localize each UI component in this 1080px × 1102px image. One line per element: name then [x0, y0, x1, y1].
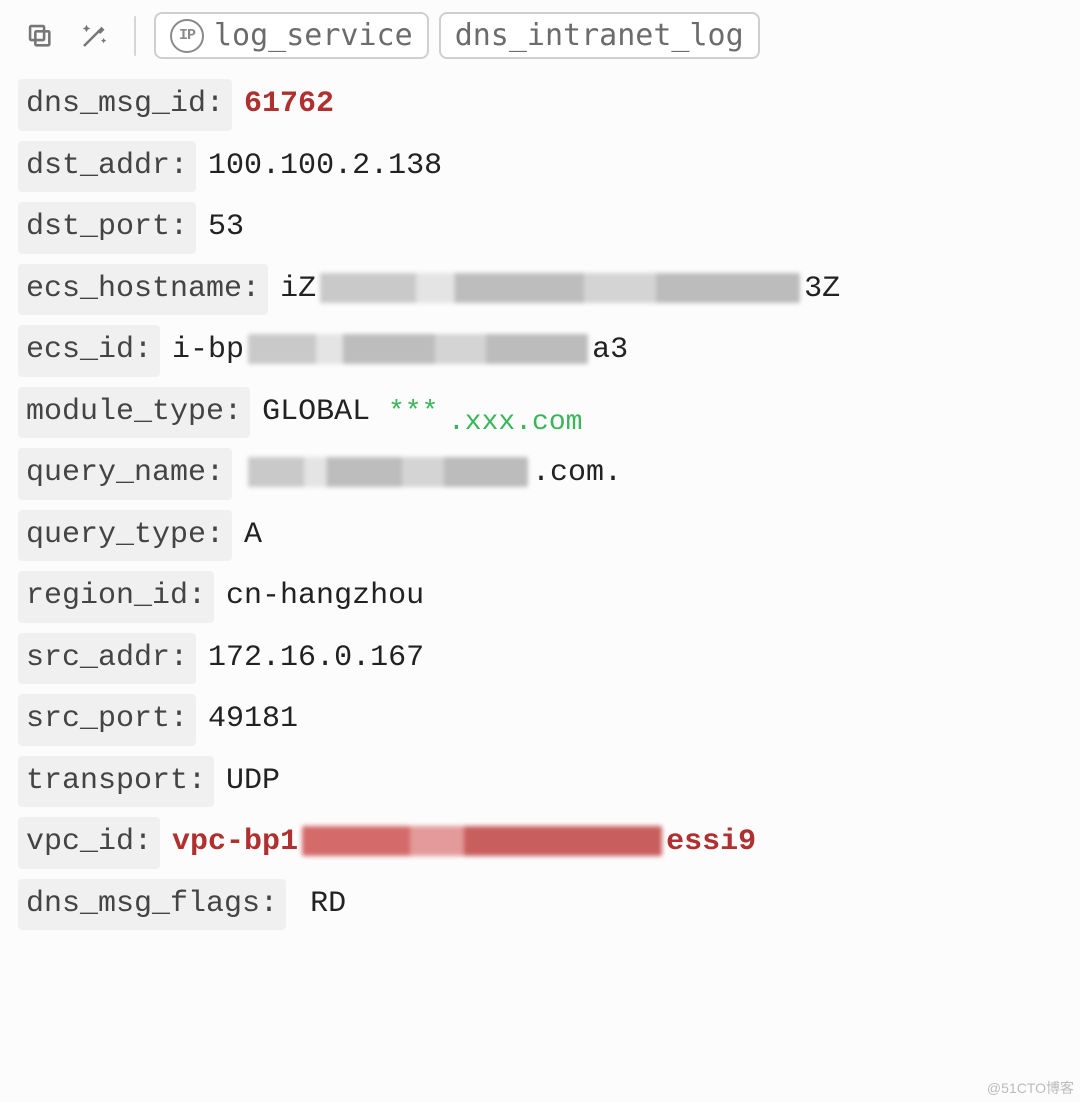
chip-log-service[interactable]: IP log_service	[154, 12, 429, 59]
field-key: src_addr	[18, 633, 196, 685]
field-value: A	[244, 514, 262, 558]
value-prefix: iZ	[280, 272, 316, 306]
chip-dns-intranet-log-label: dns_intranet_log	[455, 18, 744, 53]
redacted-block	[248, 334, 588, 364]
field-row-module-type: module_type GLOBAL *** .xxx.com	[18, 387, 1062, 439]
field-key: vpc_id	[18, 817, 160, 869]
field-key: ecs_hostname	[18, 264, 268, 316]
chip-log-service-label: log_service	[214, 18, 413, 53]
field-row-vpc-id: vpc_id vpc-bp1 essi9	[18, 817, 1062, 869]
field-key: dns_msg_flags	[18, 879, 286, 931]
field-row-src-port: src_port 49181	[18, 694, 1062, 746]
overlay-stars: ***	[388, 393, 438, 434]
chip-dns-intranet-log[interactable]: dns_intranet_log	[439, 12, 760, 59]
field-row-dst-port: dst_port 53	[18, 202, 1062, 254]
field-row-ecs-id: ecs_id i-bp a3	[18, 325, 1062, 377]
field-key: dns_msg_id	[18, 79, 232, 131]
field-value: 100.100.2.138	[208, 145, 442, 189]
field-value: 172.16.0.167	[208, 637, 424, 681]
ip-badge-icon: IP	[170, 19, 204, 53]
field-row-region-id: region_id cn-hangzhou	[18, 571, 1062, 623]
value-suffix: 3Z	[804, 272, 840, 306]
field-row-dst-addr: dst_addr 100.100.2.138	[18, 141, 1062, 193]
field-value: UDP	[226, 760, 280, 804]
copy-icon[interactable]	[18, 14, 62, 58]
field-value: .com.	[244, 452, 622, 496]
field-value: cn-hangzhou	[226, 575, 424, 619]
field-row-query-name: query_name .com.	[18, 448, 1062, 500]
value-suffix: a3	[592, 333, 628, 367]
value-suffix: .com.	[532, 456, 622, 490]
field-row-ecs-hostname: ecs_hostname iZ 3Z	[18, 264, 1062, 316]
field-value: iZ 3Z	[280, 268, 840, 312]
field-key: query_type	[18, 510, 232, 562]
field-key: ecs_id	[18, 325, 160, 377]
field-value: 49181	[208, 698, 298, 742]
field-value: i-bp a3	[172, 329, 628, 373]
field-row-transport: transport UDP	[18, 756, 1062, 808]
field-row-dns-msg-flags: dns_msg_flags RD	[18, 879, 1062, 931]
value-prefix: vpc-bp1	[172, 825, 298, 859]
field-key: query_name	[18, 448, 232, 500]
toolbar-divider	[134, 16, 136, 56]
field-key: transport	[18, 756, 214, 808]
field-row-dns-msg-id: dns_msg_id 61762	[18, 79, 1062, 131]
watermark: @51CTO博客	[987, 1078, 1074, 1098]
field-value: vpc-bp1 essi9	[172, 821, 756, 865]
field-row-query-type: query_type A	[18, 510, 1062, 562]
field-value: RD	[310, 883, 346, 927]
field-key: module_type	[18, 387, 250, 439]
value-prefix: i-bp	[172, 333, 244, 367]
field-value: 61762	[244, 83, 334, 127]
overlay-domain: .xxx.com	[448, 403, 582, 444]
field-key: dst_port	[18, 202, 196, 254]
field-value: GLOBAL	[262, 391, 370, 435]
value-suffix: essi9	[666, 825, 756, 859]
redacted-block	[248, 457, 528, 487]
log-field-list: dns_msg_id 61762 dst_addr 100.100.2.138 …	[18, 79, 1062, 930]
magic-wand-icon[interactable]	[72, 14, 116, 58]
redacted-block	[302, 826, 662, 856]
field-key: src_port	[18, 694, 196, 746]
redacted-block	[320, 273, 800, 303]
field-row-src-addr: src_addr 172.16.0.167	[18, 633, 1062, 685]
field-value: 53	[208, 206, 244, 250]
log-toolbar: IP log_service dns_intranet_log	[18, 12, 1062, 65]
field-key: region_id	[18, 571, 214, 623]
field-key: dst_addr	[18, 141, 196, 193]
